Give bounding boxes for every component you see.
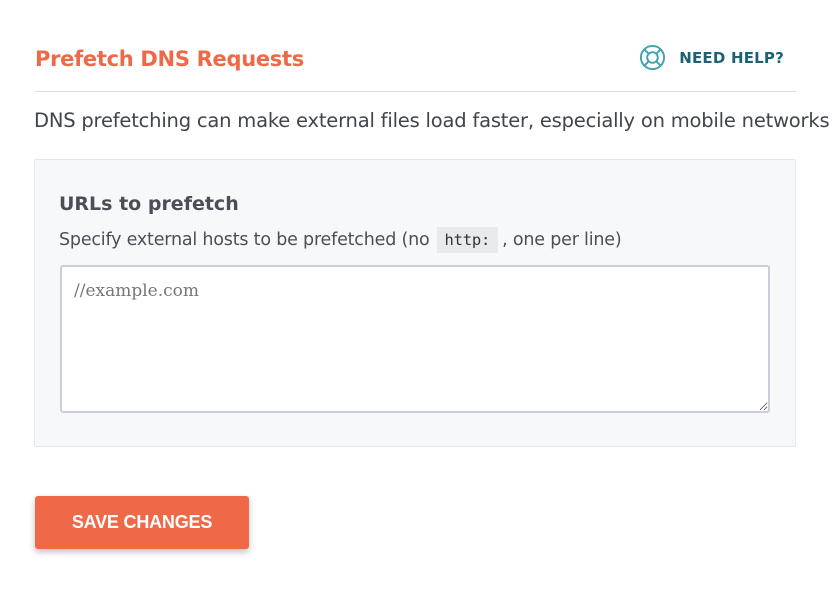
panel-desc-text: Specify external hosts to be prefetched … xyxy=(59,230,430,250)
prefetch-panel: URLs to prefetch Specify external hosts … xyxy=(34,159,796,447)
http-code: http: xyxy=(436,227,499,253)
need-help-label: NEED HELP? xyxy=(679,48,784,67)
need-help-link[interactable]: NEED HELP? xyxy=(639,44,784,71)
section-title: Prefetch DNS Requests xyxy=(35,47,304,71)
panel-description: Specify external hosts to be prefetched … xyxy=(59,227,622,253)
urls-textarea[interactable] xyxy=(60,265,770,413)
section-header: Prefetch DNS Requests NEED HELP? xyxy=(35,38,796,92)
save-changes-button[interactable]: SAVE CHANGES xyxy=(35,496,249,549)
section-description: DNS prefetching can make external files … xyxy=(34,109,830,132)
panel-title: URLs to prefetch xyxy=(59,193,239,215)
panel-desc-text-after: , one per line) xyxy=(502,230,622,250)
lifebuoy-icon xyxy=(640,44,666,71)
